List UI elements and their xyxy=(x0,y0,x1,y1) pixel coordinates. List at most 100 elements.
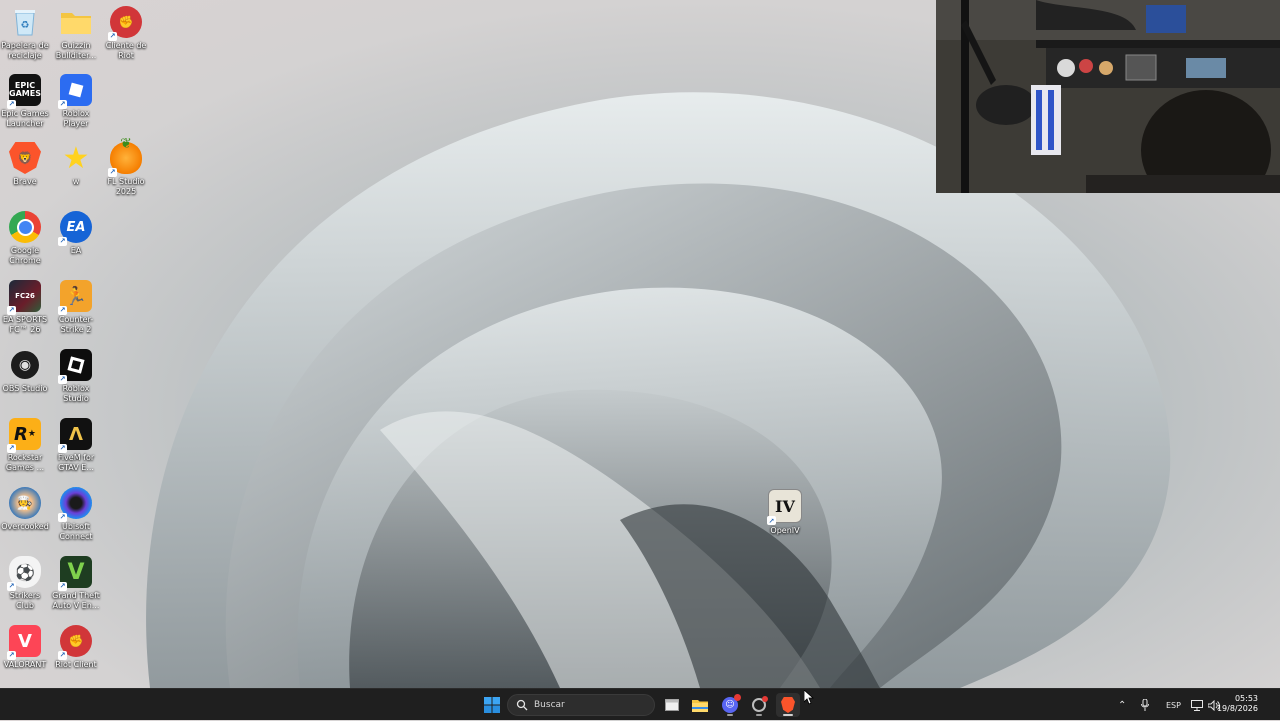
desktop-icon-brave[interactable]: 🦁 Brave xyxy=(0,142,50,187)
desktop-icon-openiv[interactable]: IV ↗ OpenIV xyxy=(760,489,810,536)
desktop-icon-label: Papelera de reciclaje xyxy=(1,41,49,60)
openiv-icon: IV ↗ xyxy=(767,489,802,525)
gta-v-icon: V ↗ xyxy=(58,556,92,591)
desktop-icon-riot-client-2[interactable]: ✊ ↗ Riot Client xyxy=(51,625,101,670)
epic-games-icon: EPIC GAMES ↗ xyxy=(7,74,41,109)
tray-overflow-button[interactable]: ⌃ xyxy=(1118,689,1126,721)
microphone-icon xyxy=(1141,699,1149,711)
roblox-player-icon: ↗ xyxy=(58,74,92,109)
desktop-icon-label: Epic Games Launcher xyxy=(1,109,49,128)
ea-fc-icon: FC26 ↗ xyxy=(7,280,41,315)
roblox-studio-icon: ↗ xyxy=(58,349,92,384)
search-icon xyxy=(516,699,528,711)
desktop-icon-label: Roblox Studio xyxy=(62,384,90,403)
desktop-icon-label: Strikers Club xyxy=(9,591,41,610)
star-icon: ★ xyxy=(62,140,90,176)
desktop-icon-folder[interactable]: Guizzin Bullditer... xyxy=(51,6,101,60)
taskbar: Buscar ☺ ⌃ ESP 05:53 19/8/2026 xyxy=(0,688,1280,720)
desktop-icon-label: Ubisoft Connect xyxy=(59,522,93,541)
desktop-icon-label: Roblox Player xyxy=(62,109,90,128)
desktop-icon-roblox-studio[interactable]: ↗ Roblox Studio xyxy=(51,349,101,403)
file-explorer-icon xyxy=(692,700,708,712)
counter-strike-icon: 🏃 ↗ xyxy=(58,280,92,315)
brave-icon xyxy=(781,697,795,713)
folder-icon xyxy=(60,6,92,38)
desktop-icon-overcooked[interactable]: 🧑‍🍳 Overcooked xyxy=(0,487,50,532)
riot-client-icon: ✊ ↗ xyxy=(58,625,92,660)
taskbar-discord[interactable]: ☺ xyxy=(718,693,742,717)
brave-icon: 🦁 xyxy=(9,142,41,174)
ea-icon: EA ↗ xyxy=(58,211,92,246)
fl-studio-icon: ❦ ↗ xyxy=(108,136,142,177)
search-placeholder: Buscar xyxy=(534,700,565,710)
mouse-cursor-icon xyxy=(804,690,814,705)
desktop-icon-gta-v[interactable]: V ↗ Grand Theft Auto V En... xyxy=(51,556,101,610)
start-button[interactable] xyxy=(480,693,504,717)
clock-time: 05:53 xyxy=(1234,694,1258,703)
taskbar-search[interactable]: Buscar xyxy=(507,694,655,716)
desktop-icon-riot-client[interactable]: ✊ ↗ Cliente de Riot xyxy=(101,6,151,60)
desktop-icon-w[interactable]: ★ w xyxy=(51,140,101,187)
chrome-icon xyxy=(9,211,41,243)
language-indicator: ESP xyxy=(1166,700,1181,710)
desktop-icon-counter-strike[interactable]: 🏃 ↗ Counter-Strike 2 xyxy=(51,280,101,334)
riot-client-icon: ✊ ↗ xyxy=(108,6,142,41)
desktop-icon-label: FL Studio 2025 xyxy=(107,177,145,196)
desktop-icon-ea[interactable]: EA ↗ EA xyxy=(51,211,101,256)
desktop-icon-label: Cliente de Riot xyxy=(105,41,147,60)
desktop-icon-label: Overcooked xyxy=(1,522,49,531)
desktop-icon-epic-games[interactable]: EPIC GAMES ↗ Epic Games Launcher xyxy=(0,74,50,128)
svg-text:♻: ♻ xyxy=(21,20,30,31)
task-view-icon xyxy=(665,699,679,711)
webcam-overlay xyxy=(936,0,1280,193)
ubisoft-icon: ↗ xyxy=(58,487,92,522)
desktop-icon-label: Counter-Strike 2 xyxy=(58,315,94,334)
taskbar-clock[interactable]: 05:53 19/8/2026 xyxy=(1217,694,1258,714)
desktop-icon-fl-studio[interactable]: ❦ ↗ FL Studio 2025 xyxy=(101,136,151,196)
taskbar-file-explorer[interactable] xyxy=(688,693,712,717)
desktop-icon-rockstar[interactable]: R ★ ↗ Rockstar Games ... xyxy=(0,418,50,472)
desktop-icon-fivem[interactable]: Λ ↗ FiveM for GTAV E... xyxy=(51,418,101,472)
desktop-icon-roblox-player[interactable]: ↗ Roblox Player xyxy=(51,74,101,128)
tray-microphone[interactable] xyxy=(1141,689,1149,721)
desktop-icon-label: w xyxy=(72,177,80,186)
running-indicator xyxy=(783,714,793,716)
recorder-icon xyxy=(752,696,768,712)
desktop-icon-strikers-club[interactable]: ⚽ ↗ Strikers Club xyxy=(0,556,50,610)
discord-icon: ☺ xyxy=(722,694,741,713)
webcam-image xyxy=(936,0,1280,193)
desktop-icon-google-chrome[interactable]: Google Chrome xyxy=(0,211,50,265)
desktop-icon-label: FiveM for GTAV E... xyxy=(57,453,95,472)
rockstar-icon: R ★ ↗ xyxy=(7,418,41,453)
desktop-icon-label: Rockstar Games ... xyxy=(5,453,45,472)
chevron-up-icon: ⌃ xyxy=(1118,699,1127,711)
taskbar-brave[interactable] xyxy=(776,693,800,717)
desktop-icon-label: Riot Client xyxy=(55,660,97,669)
running-indicator xyxy=(727,714,733,716)
desktop-icon-ubisoft[interactable]: ↗ Ubisoft Connect xyxy=(51,487,101,541)
strikers-club-icon: ⚽ ↗ xyxy=(7,556,41,591)
desktop-icon-obs[interactable]: ◉ OBS Studio xyxy=(0,349,50,394)
desktop-icon-label: OpenIV xyxy=(770,526,800,535)
desktop-icon-label: Grand Theft Auto V En... xyxy=(52,591,100,610)
taskbar-task-view[interactable] xyxy=(660,693,684,717)
valorant-icon: V ↗ xyxy=(7,625,41,660)
desktop-icon-label: EA xyxy=(70,246,82,255)
running-indicator xyxy=(756,714,762,716)
windows-logo-icon xyxy=(484,697,500,713)
desktop-icon-ea-fc[interactable]: FC26 ↗ EA SPORTS FC™ 26 xyxy=(0,280,50,334)
desktop-icon-label: Google Chrome xyxy=(9,246,41,265)
desktop-icon-valorant[interactable]: V ↗ VALORANT xyxy=(0,625,50,670)
tray-language[interactable]: ESP xyxy=(1166,689,1181,721)
desktop-icon-label: EA SPORTS FC™ 26 xyxy=(2,315,48,334)
recycle-bin-icon: ♻ xyxy=(9,6,41,38)
taskbar-app-recorder[interactable] xyxy=(747,693,771,717)
overcooked-icon: 🧑‍🍳 xyxy=(9,487,41,519)
desktop-icon-label: Guizzin Bullditer... xyxy=(55,41,97,60)
desktop-icon-recycle-bin[interactable]: ♻ Papelera de reciclaje xyxy=(0,6,50,60)
obs-icon: ◉ xyxy=(9,349,41,381)
clock-date: 19/8/2026 xyxy=(1216,704,1258,713)
network-icon xyxy=(1191,699,1203,711)
desktop-icon-label: OBS Studio xyxy=(2,384,48,393)
tray-network[interactable] xyxy=(1191,689,1203,721)
